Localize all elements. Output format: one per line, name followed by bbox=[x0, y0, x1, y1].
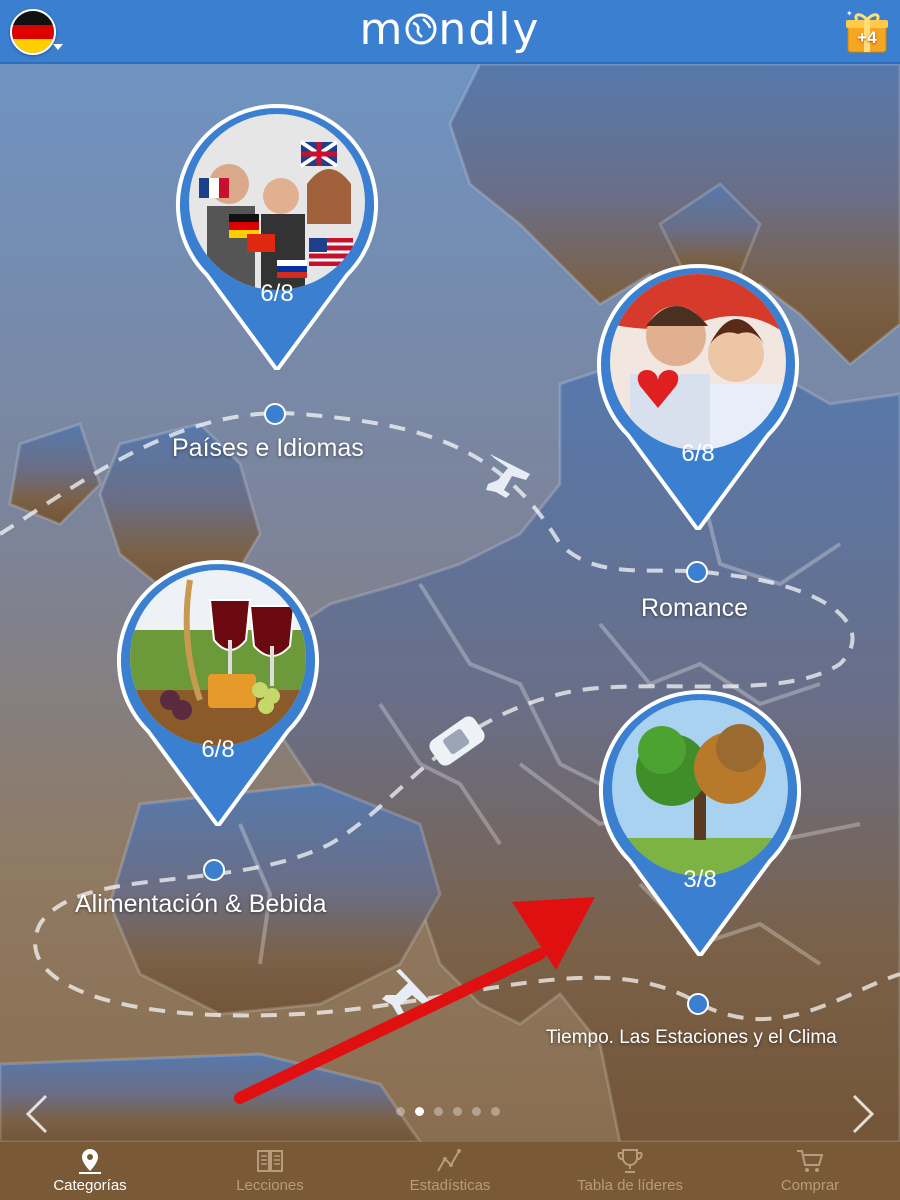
tab-label: Comprar bbox=[780, 1177, 840, 1194]
gift-badge-count: +4 bbox=[857, 28, 877, 47]
route-stop-countries[interactable] bbox=[264, 403, 286, 425]
wine-and-food-photo bbox=[130, 570, 306, 746]
category-pin-romance[interactable]: 6/8 bbox=[593, 260, 803, 530]
route-stop-food[interactable] bbox=[203, 859, 225, 881]
tab-label: Lecciones bbox=[236, 1177, 304, 1194]
category-progress: 6/8 bbox=[260, 280, 294, 307]
map-pin-icon bbox=[79, 1149, 101, 1174]
category-label-countries[interactable]: Países e Idiomas bbox=[172, 434, 364, 463]
page-dot[interactable] bbox=[491, 1107, 500, 1116]
tree-seasons-photo bbox=[612, 700, 788, 876]
gift-button[interactable]: ✦ +4 bbox=[844, 9, 890, 54]
category-pin-food[interactable]: 6/8 bbox=[113, 556, 323, 826]
cart-icon bbox=[797, 1150, 824, 1172]
category-pin-countries[interactable]: 6/8 bbox=[172, 100, 382, 370]
stats-icon bbox=[437, 1149, 461, 1172]
chevron-down-icon bbox=[53, 44, 63, 50]
globe-icon bbox=[405, 13, 437, 44]
tab-comprar[interactable]: Comprar bbox=[720, 1142, 900, 1200]
tab-tabla-lideres[interactable]: Tabla de líderes bbox=[540, 1142, 720, 1200]
tab-label: Estadísticas bbox=[409, 1177, 491, 1194]
page-dot[interactable] bbox=[453, 1107, 462, 1116]
page-dot[interactable] bbox=[472, 1107, 481, 1116]
tab-categorias[interactable]: Categorías bbox=[0, 1142, 180, 1200]
top-bar: m ndly ✦ +4 bbox=[0, 0, 900, 64]
logo-text-2: ndly bbox=[438, 3, 541, 55]
trophy-icon bbox=[617, 1149, 643, 1173]
category-progress: 6/8 bbox=[681, 440, 715, 467]
category-progress: 3/8 bbox=[683, 866, 717, 893]
group-with-flags-photo bbox=[189, 114, 365, 290]
category-label-weather[interactable]: Tiempo. Las Estaciones y el Clima bbox=[546, 1027, 837, 1049]
map-area: 6/8 Países e Idiomas 6/8 Romance 6/8 Ali… bbox=[0, 64, 900, 1142]
couple-photo bbox=[610, 274, 786, 450]
bottom-tab-bar: Categorías Lecciones Estadísticas Tabla … bbox=[0, 1142, 900, 1200]
route-stop-weather[interactable] bbox=[687, 993, 709, 1015]
chevron-left-icon[interactable] bbox=[22, 1094, 52, 1134]
language-flag-button[interactable] bbox=[10, 9, 56, 55]
tab-lecciones[interactable]: Lecciones bbox=[180, 1142, 360, 1200]
app-logo: m ndly bbox=[360, 4, 541, 55]
page-indicator bbox=[396, 1107, 500, 1116]
page-dot[interactable] bbox=[396, 1107, 405, 1116]
book-icon bbox=[257, 1150, 283, 1172]
category-label-romance[interactable]: Romance bbox=[641, 594, 748, 623]
category-pin-weather[interactable]: 3/8 bbox=[595, 686, 805, 956]
tab-estadisticas[interactable]: Estadísticas bbox=[360, 1142, 540, 1200]
page-dot[interactable] bbox=[434, 1107, 443, 1116]
category-label-food[interactable]: Alimentación & Bebida bbox=[75, 890, 327, 919]
chevron-right-icon[interactable] bbox=[848, 1094, 878, 1134]
route-stop-romance[interactable] bbox=[686, 561, 708, 583]
category-progress: 6/8 bbox=[201, 736, 235, 763]
svg-text:✦: ✦ bbox=[846, 10, 853, 18]
logo-text-1: m bbox=[359, 3, 405, 55]
tab-label: Tabla de líderes bbox=[577, 1177, 683, 1194]
tab-label: Categorías bbox=[53, 1177, 127, 1194]
page-dot-current[interactable] bbox=[415, 1107, 424, 1116]
